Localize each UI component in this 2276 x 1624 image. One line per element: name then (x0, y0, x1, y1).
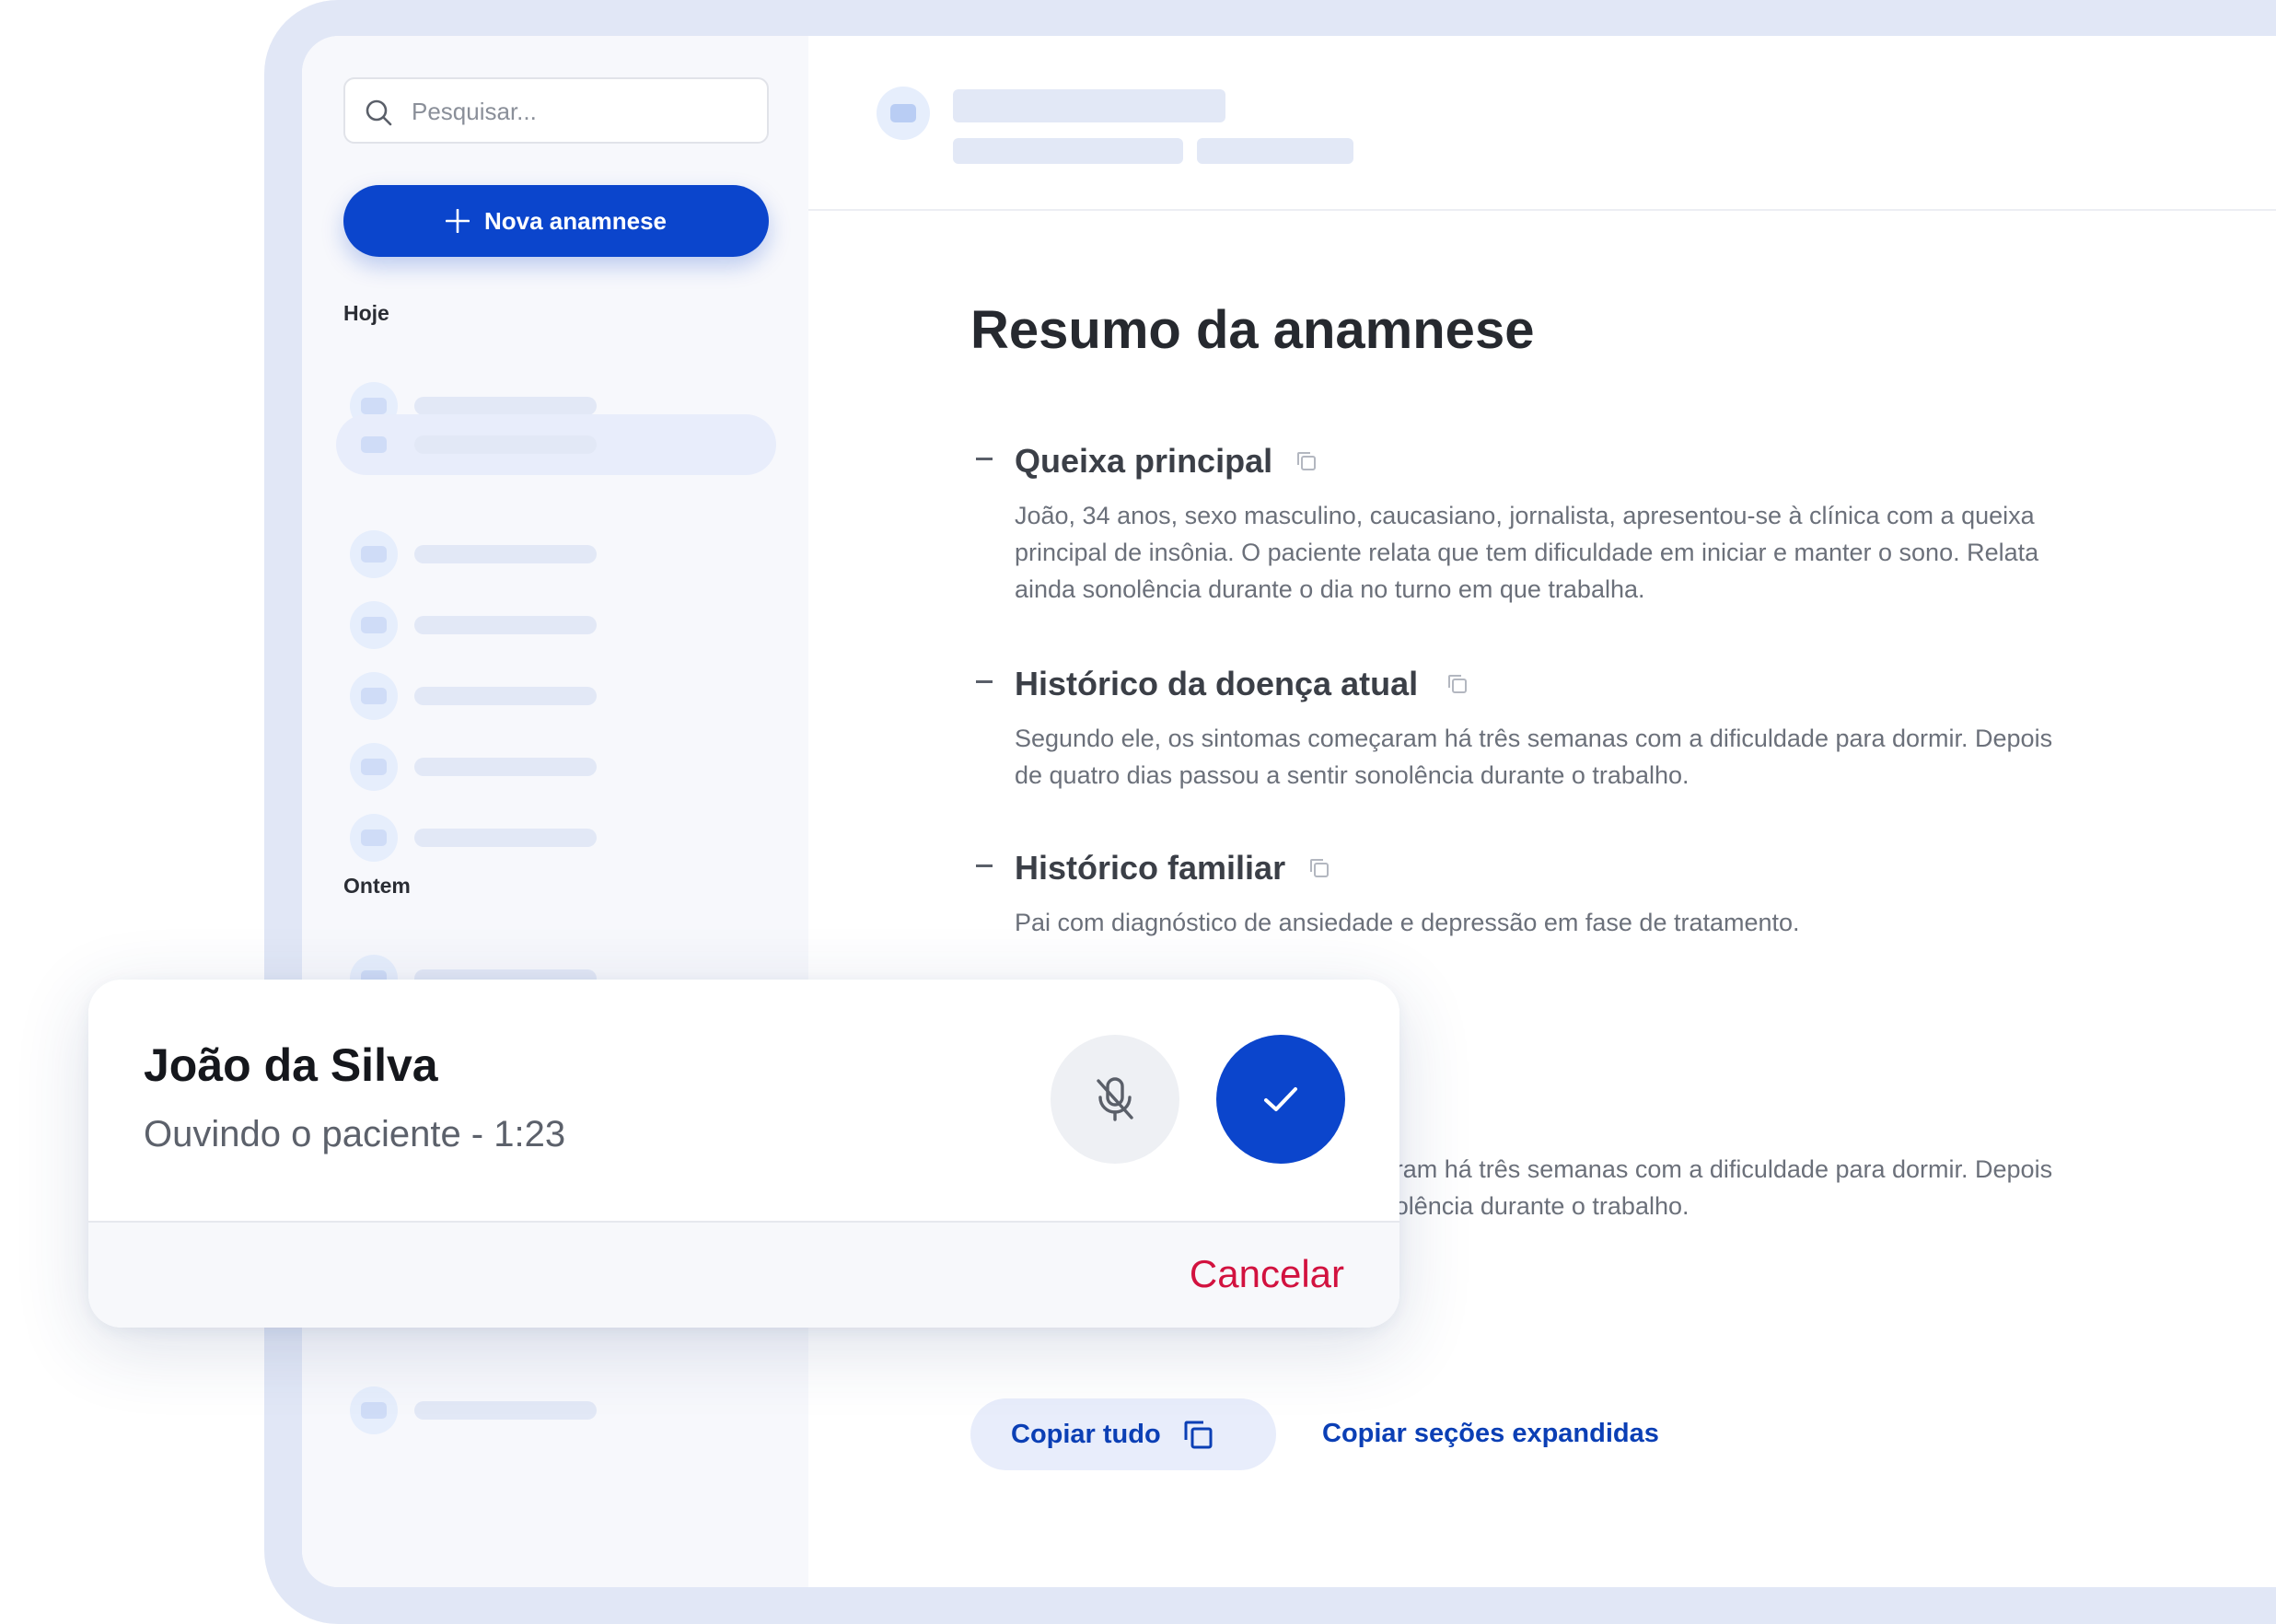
stage: Pesquisar... Nova anamnese Hoje Ontem Re… (0, 0, 2276, 1624)
new-anamnesis-label: Nova anamnese (484, 206, 667, 235)
copy-expanded-sections-link[interactable]: Copiar seções expandidas (1322, 1419, 1659, 1449)
summary-content: Resumo da anamnese (970, 304, 2057, 357)
history-item[interactable] (350, 672, 737, 720)
collapse-icon[interactable] (976, 680, 993, 683)
recording-card-footer: Cancelar (88, 1223, 1399, 1328)
history-item[interactable] (350, 1386, 737, 1434)
placeholder-bar (414, 758, 597, 776)
avatar (350, 1386, 398, 1434)
placeholder-bar (414, 687, 597, 705)
section-body: João, 34 anos, sexo masculino, caucasian… (1015, 502, 2039, 603)
section-chief-complaint: Queixa principal João, 34 anos, sexo mas… (970, 438, 2057, 603)
avatar (350, 672, 398, 720)
finish-recording-button[interactable] (1216, 1035, 1345, 1164)
placeholder-bar (953, 138, 1183, 164)
avatar (350, 421, 398, 469)
mute-microphone-button[interactable] (1051, 1035, 1179, 1164)
section-header[interactable]: Histórico familiar (970, 845, 2057, 887)
section-body: Segundo ele, os sintomas começaram há tr… (1015, 725, 2053, 789)
history-item[interactable] (350, 814, 737, 862)
placeholder-bar (414, 1401, 597, 1420)
recording-card-top: João da Silva Ouvindo o paciente - 1:23 (88, 980, 1399, 1221)
placeholder-bar (414, 397, 597, 415)
section-heading: Histórico familiar (1015, 849, 1286, 887)
placeholder-bar (414, 829, 597, 847)
search-placeholder: Pesquisar... (412, 98, 537, 125)
placeholder-bar (414, 545, 597, 563)
section-heading: Queixa principal (1015, 442, 1273, 480)
main-header (808, 36, 2276, 211)
avatar (350, 530, 398, 578)
section-current-illness: Histórico da doença atual Segundo ele, o… (970, 661, 2057, 789)
cancel-button[interactable]: Cancelar (1190, 1252, 1344, 1296)
history-item-selected[interactable] (350, 421, 737, 469)
section-header[interactable]: Histórico da doença atual (970, 661, 2057, 703)
group-label-today: Hoje (343, 301, 389, 325)
check-icon (1264, 1087, 1297, 1111)
history-item[interactable] (350, 743, 737, 791)
copy-all-label: Copiar tudo (1011, 1419, 1161, 1449)
section-heading: Histórico da doença atual (1015, 665, 1419, 702)
collapse-icon[interactable] (976, 864, 993, 867)
copy-all-button[interactable]: Copiar tudo (970, 1398, 1276, 1470)
recording-status: Ouvindo o paciente - 1:23 (144, 1114, 566, 1154)
page-title: Resumo da anamnese (970, 300, 1535, 360)
app-window: Pesquisar... Nova anamnese Hoje Ontem (302, 36, 2276, 1587)
recording-card: João da Silva Ouvindo o paciente - 1:23 … (88, 980, 1399, 1328)
copy-icon[interactable] (1307, 856, 1331, 880)
plus-icon (446, 209, 470, 233)
copy-icon[interactable] (1446, 672, 1469, 696)
history-item[interactable] (350, 601, 737, 649)
copy-icon[interactable] (1295, 449, 1318, 473)
placeholder-bar (953, 89, 1225, 122)
sidebar: Pesquisar... Nova anamnese Hoje Ontem (302, 36, 808, 1587)
avatar (350, 814, 398, 862)
search-input[interactable]: Pesquisar... (343, 77, 769, 144)
avatar (350, 601, 398, 649)
placeholder-bar (414, 616, 597, 634)
section-family-history: Histórico familiar Pai com diagnóstico d… (970, 845, 2057, 936)
collapse-icon[interactable] (976, 458, 993, 460)
group-label-yesterday: Ontem (343, 874, 411, 898)
new-anamnesis-button[interactable]: Nova anamnese (343, 185, 769, 257)
section-body: Pai com diagnóstico de ansiedade e depre… (1015, 909, 1800, 936)
patient-name: João da Silva (144, 1039, 438, 1091)
search-icon (366, 99, 392, 126)
copy-icon (1184, 1421, 1213, 1449)
section-header[interactable]: Queixa principal (970, 438, 2057, 481)
placeholder-bar (414, 435, 597, 454)
mic-off-icon (1097, 1077, 1133, 1121)
avatar (877, 87, 930, 140)
avatar (350, 743, 398, 791)
placeholder-bar (1197, 138, 1353, 164)
history-item[interactable] (350, 530, 737, 578)
